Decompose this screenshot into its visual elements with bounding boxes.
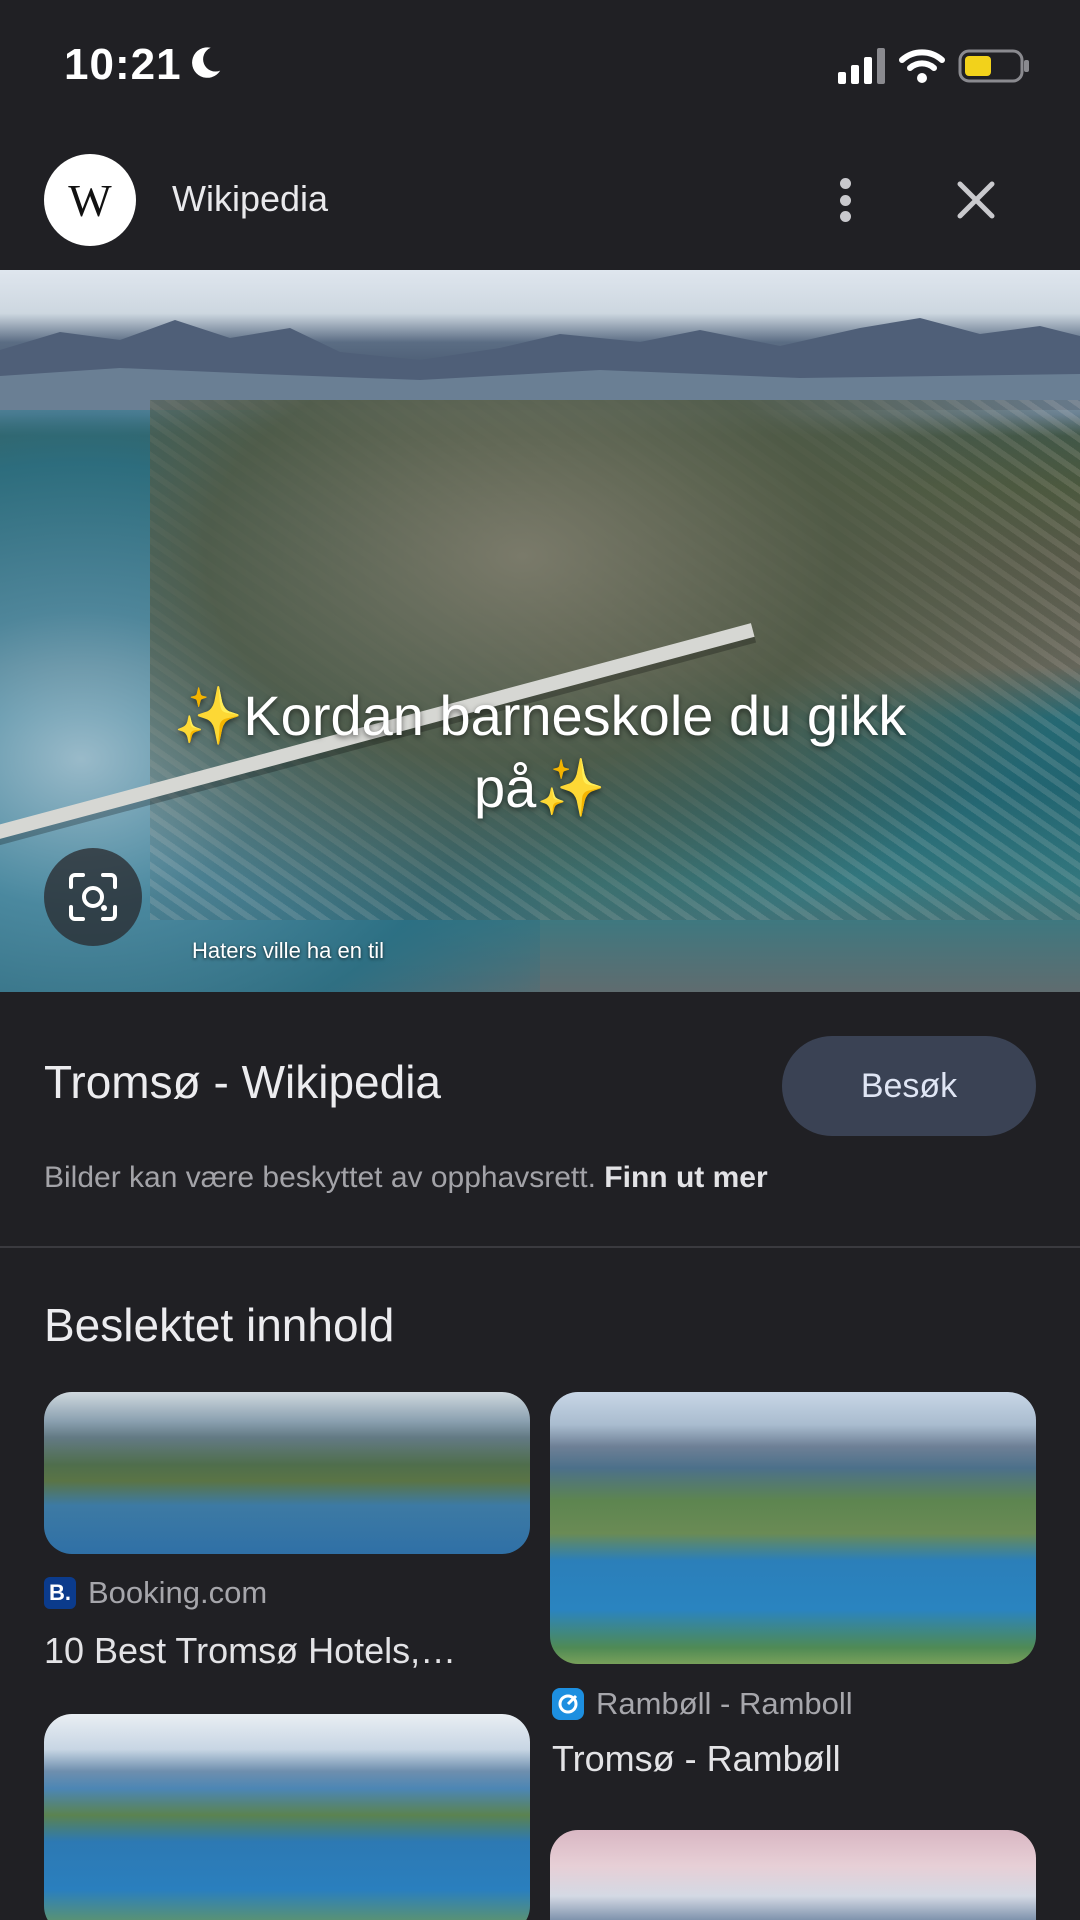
card-title[interactable]: Tromsø - Rambøll [552, 1738, 1032, 1780]
copyright-notice: Bilder kan være beskyttet av opphavsrett… [44, 1161, 768, 1195]
battery-icon [958, 49, 1029, 83]
related-image-booking[interactable] [44, 1392, 530, 1554]
moon-icon [192, 47, 221, 78]
ramboll-icon [552, 1688, 584, 1720]
related-image-4[interactable] [550, 1830, 1036, 1920]
result-header: W Wikipedia [0, 130, 1080, 270]
card-source[interactable]: B. Booking.com [44, 1575, 267, 1611]
booking-icon: B. [44, 1577, 76, 1609]
site-name: Wikipedia [172, 178, 329, 219]
related-image-ramboll[interactable] [550, 1392, 1036, 1664]
learn-more-link[interactable]: Finn ut mer [604, 1161, 767, 1194]
status-bar: 10:21 [0, 0, 1080, 130]
status-time: 10:21 [64, 40, 182, 89]
hero-image[interactable]: ✨Kordan barneskole du gikk på✨ Haters vi… [0, 270, 1080, 992]
close-icon[interactable] [952, 176, 1000, 224]
result-title[interactable]: Tromsø - Wikipedia [44, 1055, 441, 1109]
visit-button[interactable]: Besøk [782, 1036, 1036, 1136]
card-source-label: Rambøll - Ramboll [596, 1686, 853, 1721]
more-options-icon[interactable] [824, 172, 866, 228]
lens-search-button[interactable] [44, 848, 142, 946]
card-source-label: Booking.com [88, 1575, 268, 1610]
hero-caption: ✨Kordan barneskole du gikk på✨ [173, 684, 907, 819]
related-image-3[interactable] [44, 1714, 530, 1920]
mountains-graphic [0, 318, 1080, 410]
related-heading: Beslektet innhold [44, 1299, 395, 1351]
hero-subcaption: Haters ville ha en til [192, 938, 384, 963]
signal-icon [838, 48, 885, 84]
wikipedia-logo: W [44, 154, 136, 246]
lens-icon [69, 873, 117, 921]
card-title[interactable]: 10 Best Tromsø Hotels,… [44, 1630, 524, 1672]
copyright-text: Bilder kan være beskyttet av opphavsrett… [44, 1161, 596, 1194]
section-divider [0, 1246, 1080, 1248]
card-source[interactable]: Rambøll - Ramboll [552, 1686, 853, 1722]
wifi-icon [899, 49, 945, 83]
